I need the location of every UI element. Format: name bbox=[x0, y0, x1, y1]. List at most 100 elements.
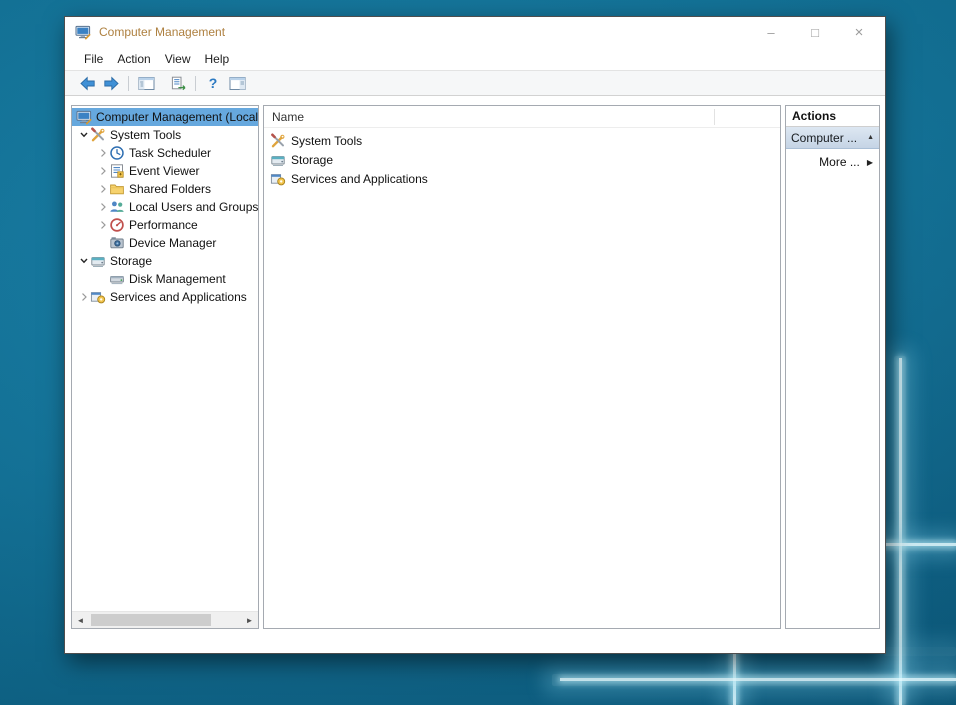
expand-chevron-icon[interactable] bbox=[78, 292, 90, 302]
tree-item-label: Computer Management (Local bbox=[96, 110, 258, 124]
close-icon: × bbox=[855, 24, 864, 41]
menu-action[interactable]: Action bbox=[110, 52, 157, 66]
action-pane-icon bbox=[229, 76, 246, 91]
actions-pane-title: Actions bbox=[786, 106, 879, 127]
tree-item-label: Disk Management bbox=[129, 272, 226, 286]
window-controls: – □ × bbox=[749, 17, 881, 47]
console-tree-icon bbox=[138, 76, 155, 91]
export-list-icon bbox=[170, 76, 187, 91]
system-tools-icon bbox=[90, 127, 106, 143]
tree-item-disk-management[interactable]: Disk Management bbox=[72, 270, 258, 288]
device-manager-icon bbox=[109, 235, 125, 251]
computer-management-app-icon bbox=[75, 24, 91, 40]
tree-item-services-and-applications[interactable]: Services and Applications bbox=[72, 288, 258, 306]
back-button[interactable] bbox=[75, 73, 99, 93]
list-item-label: System Tools bbox=[291, 134, 362, 148]
tree-item-device-manager[interactable]: Device Manager bbox=[72, 234, 258, 252]
forward-arrow-icon bbox=[103, 76, 120, 91]
more-actions-item[interactable]: More ... ▶ bbox=[786, 149, 879, 175]
menu-view[interactable]: View bbox=[158, 52, 198, 66]
column-header-name[interactable]: Name bbox=[272, 110, 304, 124]
task-scheduler-icon bbox=[109, 145, 125, 161]
horizontal-scrollbar[interactable]: ◄ ► bbox=[72, 611, 258, 628]
export-list-button[interactable] bbox=[166, 73, 190, 93]
list-item-services-and-applications[interactable]: Services and Applications bbox=[264, 169, 780, 188]
list-item-label: Storage bbox=[291, 153, 333, 167]
shared-folders-icon bbox=[109, 181, 125, 197]
back-arrow-icon bbox=[79, 76, 96, 91]
menu-file[interactable]: File bbox=[77, 52, 110, 66]
services-applications-icon bbox=[90, 289, 106, 305]
scrollbar-thumb[interactable] bbox=[91, 614, 211, 626]
expand-chevron-icon[interactable] bbox=[97, 202, 109, 212]
tree-item-task-scheduler[interactable]: Task Scheduler bbox=[72, 144, 258, 162]
close-button[interactable]: × bbox=[837, 17, 881, 47]
maximize-button[interactable]: □ bbox=[793, 17, 837, 47]
tree-item-label: System Tools bbox=[110, 128, 181, 142]
show-action-pane-button[interactable] bbox=[225, 73, 249, 93]
collapse-chevron-icon[interactable] bbox=[78, 130, 90, 140]
expand-chevron-icon[interactable] bbox=[97, 220, 109, 230]
storage-icon bbox=[270, 152, 286, 168]
title-bar[interactable]: Computer Management – □ × bbox=[65, 17, 885, 47]
tree-item-storage[interactable]: Storage bbox=[72, 252, 258, 270]
storage-icon bbox=[90, 253, 106, 269]
toolbar-separator bbox=[128, 76, 129, 91]
list-item-storage[interactable]: Storage bbox=[264, 150, 780, 169]
tree-item-label: Services and Applications bbox=[110, 290, 247, 304]
list-item-system-tools[interactable]: System Tools bbox=[264, 131, 780, 150]
tree-item-label: Device Manager bbox=[129, 236, 216, 250]
expand-chevron-icon[interactable] bbox=[97, 184, 109, 194]
scrollbar-track[interactable] bbox=[89, 612, 241, 628]
actions-group-header[interactable]: Computer ... ▲ bbox=[786, 127, 879, 149]
tree-item-shared-folders[interactable]: Shared Folders bbox=[72, 180, 258, 198]
actions-group-label: Computer ... bbox=[791, 131, 857, 145]
tree-item-label: Local Users and Groups bbox=[129, 200, 258, 214]
wallpaper-glow-line bbox=[886, 543, 956, 546]
services-applications-icon bbox=[270, 171, 286, 187]
event-viewer-icon bbox=[109, 163, 125, 179]
tree-item-system-tools[interactable]: System Tools bbox=[72, 126, 258, 144]
tree-item-label: Storage bbox=[110, 254, 152, 268]
menu-bar: File Action View Help bbox=[65, 47, 885, 70]
tree-item-event-viewer[interactable]: Event Viewer bbox=[72, 162, 258, 180]
scroll-right-button[interactable]: ► bbox=[241, 612, 258, 628]
tree-item-label: Task Scheduler bbox=[129, 146, 211, 160]
maximize-icon: □ bbox=[811, 25, 819, 40]
collapse-chevron-icon[interactable] bbox=[78, 256, 90, 266]
local-users-groups-icon bbox=[109, 199, 125, 215]
help-icon: ? bbox=[209, 75, 218, 91]
menu-help[interactable]: Help bbox=[198, 52, 237, 66]
tree-item-label: Shared Folders bbox=[129, 182, 211, 196]
toolbar: ? bbox=[65, 70, 885, 96]
minimize-icon: – bbox=[767, 25, 774, 40]
show-console-tree-button[interactable] bbox=[134, 73, 158, 93]
forward-button[interactable] bbox=[99, 73, 123, 93]
wallpaper-glow-line bbox=[560, 678, 956, 681]
performance-icon bbox=[109, 217, 125, 233]
minimize-button[interactable]: – bbox=[749, 17, 793, 47]
list-item-label: Services and Applications bbox=[291, 172, 428, 186]
collapse-group-icon[interactable]: ▲ bbox=[867, 134, 874, 141]
more-actions-label: More ... bbox=[819, 155, 860, 169]
help-button[interactable]: ? bbox=[201, 73, 225, 93]
computer-management-window: Computer Management – □ × File Action Vi… bbox=[64, 16, 886, 654]
toolbar-separator bbox=[195, 76, 196, 91]
tree-item-local-users-and-groups[interactable]: Local Users and Groups bbox=[72, 198, 258, 216]
flyout-arrow-icon: ▶ bbox=[867, 158, 873, 167]
actions-pane: Actions Computer ... ▲ More ... ▶ bbox=[785, 105, 880, 629]
console-tree-pane: Computer Management (Local System Tools … bbox=[71, 105, 259, 629]
tree-item-performance[interactable]: Performance bbox=[72, 216, 258, 234]
scroll-left-button[interactable]: ◄ bbox=[72, 612, 89, 628]
wallpaper-glow-line bbox=[884, 647, 956, 656]
expand-chevron-icon[interactable] bbox=[97, 166, 109, 176]
system-tools-icon bbox=[270, 133, 286, 149]
list-body: System Tools Storage Services and Applic… bbox=[264, 128, 780, 188]
column-divider[interactable] bbox=[714, 109, 715, 125]
computer-management-icon bbox=[76, 109, 92, 125]
disk-management-icon bbox=[109, 271, 125, 287]
tree-item-label: Event Viewer bbox=[129, 164, 199, 178]
tree-item-computer-management[interactable]: Computer Management (Local bbox=[72, 108, 258, 126]
list-column-header[interactable]: Name bbox=[264, 106, 780, 128]
expand-chevron-icon[interactable] bbox=[97, 148, 109, 158]
